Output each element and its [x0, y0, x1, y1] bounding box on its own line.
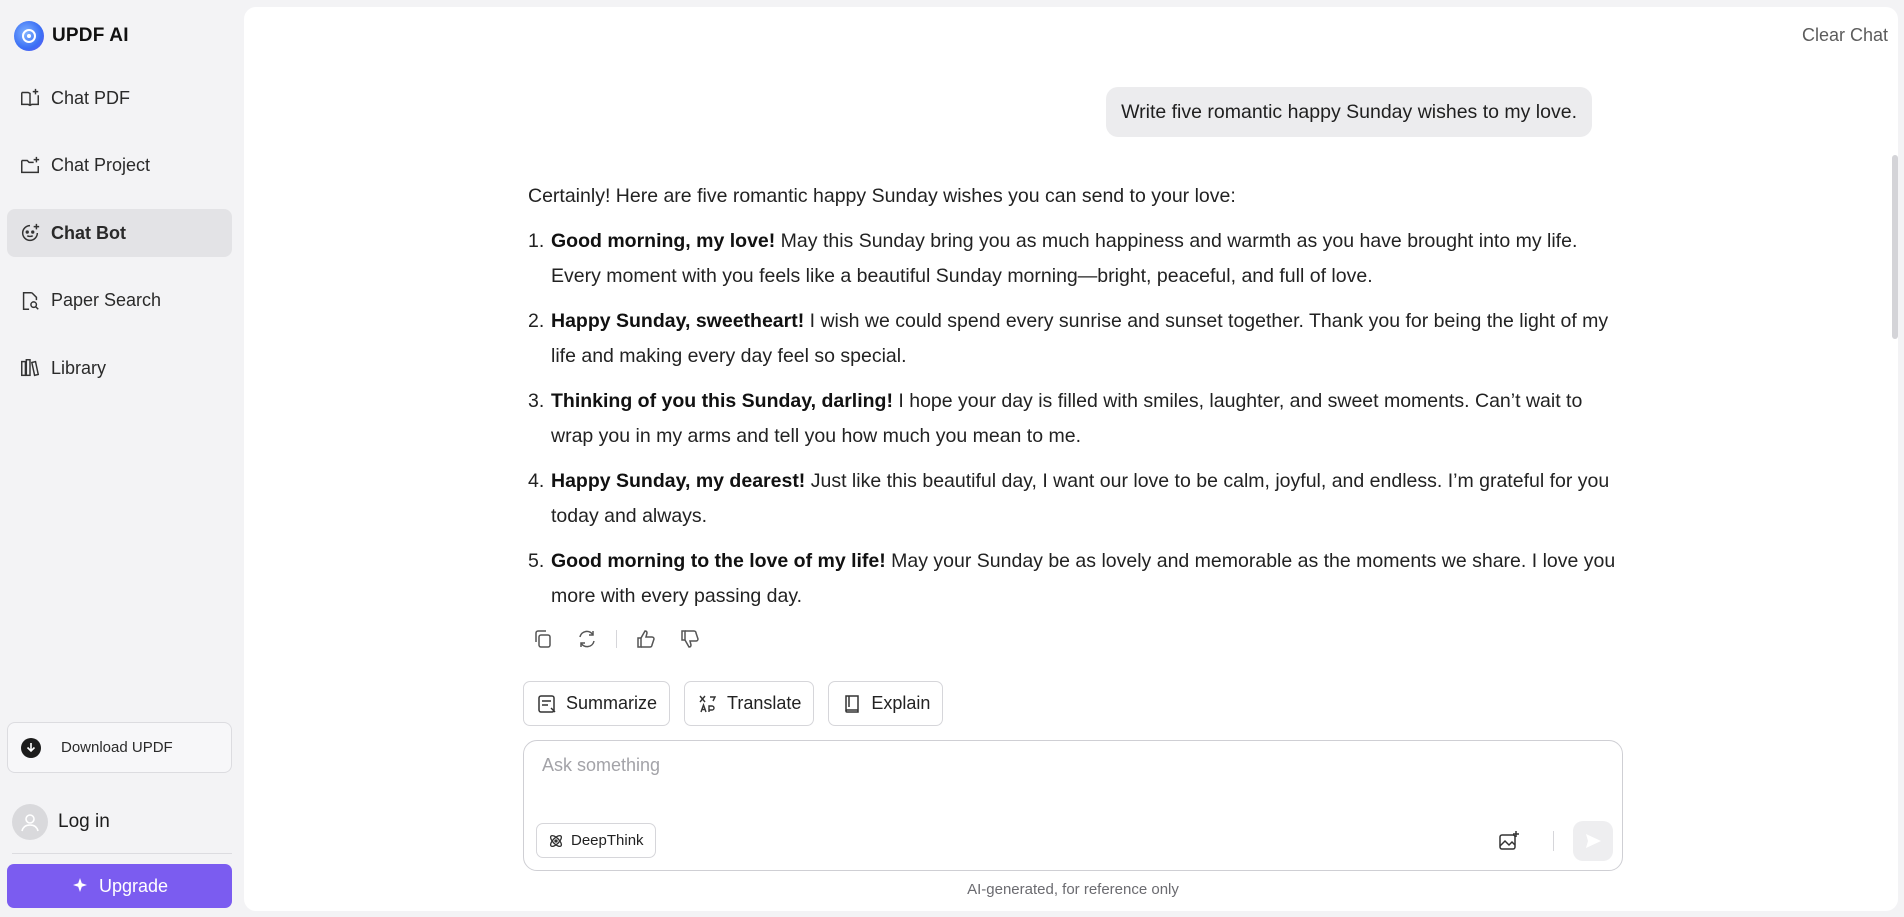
divider — [1553, 831, 1554, 851]
sidebar-item-chat-project[interactable]: Chat Project — [7, 142, 232, 190]
thumbs-up-icon[interactable] — [631, 624, 661, 654]
list-number: 5. — [528, 550, 545, 572]
list-item: 2. Happy Sunday, sweetheart! I wish we co… — [528, 304, 1628, 374]
book-open-plus-icon — [21, 88, 39, 107]
translate-label: Translate — [727, 693, 802, 713]
sidebar: UPDF AI Chat PDF Chat Project Chat Bot P… — [0, 0, 244, 917]
book-icon — [845, 694, 860, 713]
list-item: 4. Happy Sunday, my dearest! Just like th… — [528, 464, 1628, 534]
sidebar-item-label: Library — [51, 357, 107, 378]
updf-logo-icon — [14, 21, 44, 51]
sidebar-item-label: Paper Search — [51, 290, 162, 310]
answer-intro: Certainly! Here are five romantic happy … — [528, 185, 1236, 207]
translate-icon — [699, 695, 717, 712]
divider — [616, 630, 617, 648]
download-icon — [21, 737, 41, 758]
list-item: 5. Good morning to the love of my life! M… — [528, 544, 1628, 614]
copy-icon[interactable] — [528, 624, 558, 654]
list-item: 1. Good morning, my love! May this Sunday… — [528, 224, 1628, 294]
bot-icon — [21, 223, 40, 242]
thumbs-down-icon[interactable] — [675, 624, 705, 654]
wish-heading: Good morning, my love! — [551, 230, 776, 252]
divider — [12, 853, 232, 854]
summarize-icon — [538, 694, 556, 713]
list-number: 1. — [528, 230, 545, 252]
download-updf-button[interactable]: Download UPDF — [7, 722, 232, 773]
explain-label: Explain — [871, 693, 931, 713]
sidebar-item-paper-search[interactable]: Paper Search — [7, 277, 232, 325]
message-actions — [528, 624, 705, 654]
list-number: 3. — [528, 390, 545, 412]
sidebar-item-label: Chat Project — [51, 155, 151, 175]
brand-name: UPDF AI — [52, 25, 129, 46]
chat-panel: Clear Chat Write five romantic happy Sun… — [244, 7, 1898, 911]
assistant-answer: Certainly! Here are five romantic happy … — [528, 179, 1628, 624]
list-number: 4. — [528, 470, 545, 492]
quick-actions: Summarize Translate Explain — [523, 681, 944, 726]
deepthink-toggle[interactable]: DeepThink — [536, 823, 656, 858]
wish-heading: Good morning to the love of my life! — [551, 550, 886, 572]
summarize-button[interactable]: Summarize — [523, 681, 671, 726]
sidebar-item-library[interactable]: Library — [7, 344, 232, 392]
avatar-icon — [12, 804, 48, 840]
login-button[interactable]: Log in — [12, 804, 110, 840]
send-button[interactable] — [1573, 821, 1613, 861]
list-item: 3. Thinking of you this Sunday, darling! … — [528, 384, 1628, 454]
sidebar-nav: Chat PDF Chat Project Chat Bot Paper Sea… — [7, 74, 232, 412]
brand[interactable]: UPDF AI — [14, 20, 129, 52]
ai-disclaimer: AI-generated, for reference only — [967, 881, 1179, 898]
deepthink-label: DeepThink — [571, 832, 644, 849]
download-label: Download UPDF — [61, 739, 173, 756]
upgrade-button[interactable]: Upgrade — [7, 864, 232, 908]
upgrade-label: Upgrade — [98, 875, 169, 896]
wish-heading: Thinking of you this Sunday, darling! — [551, 390, 893, 412]
list-number: 2. — [528, 310, 545, 332]
wish-heading: Happy Sunday, sweetheart! — [551, 310, 805, 332]
user-message-bubble: Write five romantic happy Sunday wishes … — [1106, 87, 1592, 137]
summarize-label: Summarize — [566, 693, 658, 713]
regenerate-icon[interactable] — [572, 624, 602, 654]
explain-button[interactable]: Explain — [828, 681, 944, 726]
send-icon — [1586, 834, 1601, 848]
sidebar-item-chat-bot[interactable]: Chat Bot — [7, 209, 232, 257]
atom-icon — [549, 834, 563, 847]
composer: DeepThink — [523, 740, 1623, 871]
image-upload-icon[interactable] — [1495, 827, 1523, 855]
login-label: Log in — [58, 811, 110, 832]
library-icon — [21, 359, 40, 377]
ask-input[interactable] — [542, 755, 1602, 795]
clear-chat-button[interactable]: Clear Chat — [1802, 25, 1888, 46]
scrollbar[interactable] — [1892, 155, 1898, 339]
sparkle-icon — [72, 878, 87, 892]
sidebar-item-label: Chat Bot — [51, 222, 126, 243]
translate-button[interactable]: Translate — [684, 681, 815, 726]
folder-plus-icon — [21, 156, 40, 173]
sidebar-item-chat-pdf[interactable]: Chat PDF — [7, 74, 232, 122]
doc-search-icon — [22, 291, 39, 310]
wish-heading: Happy Sunday, my dearest! — [551, 470, 806, 492]
wishes-list: 1. Good morning, my love! May this Sunday… — [528, 224, 1628, 614]
sidebar-item-label: Chat PDF — [51, 87, 131, 108]
